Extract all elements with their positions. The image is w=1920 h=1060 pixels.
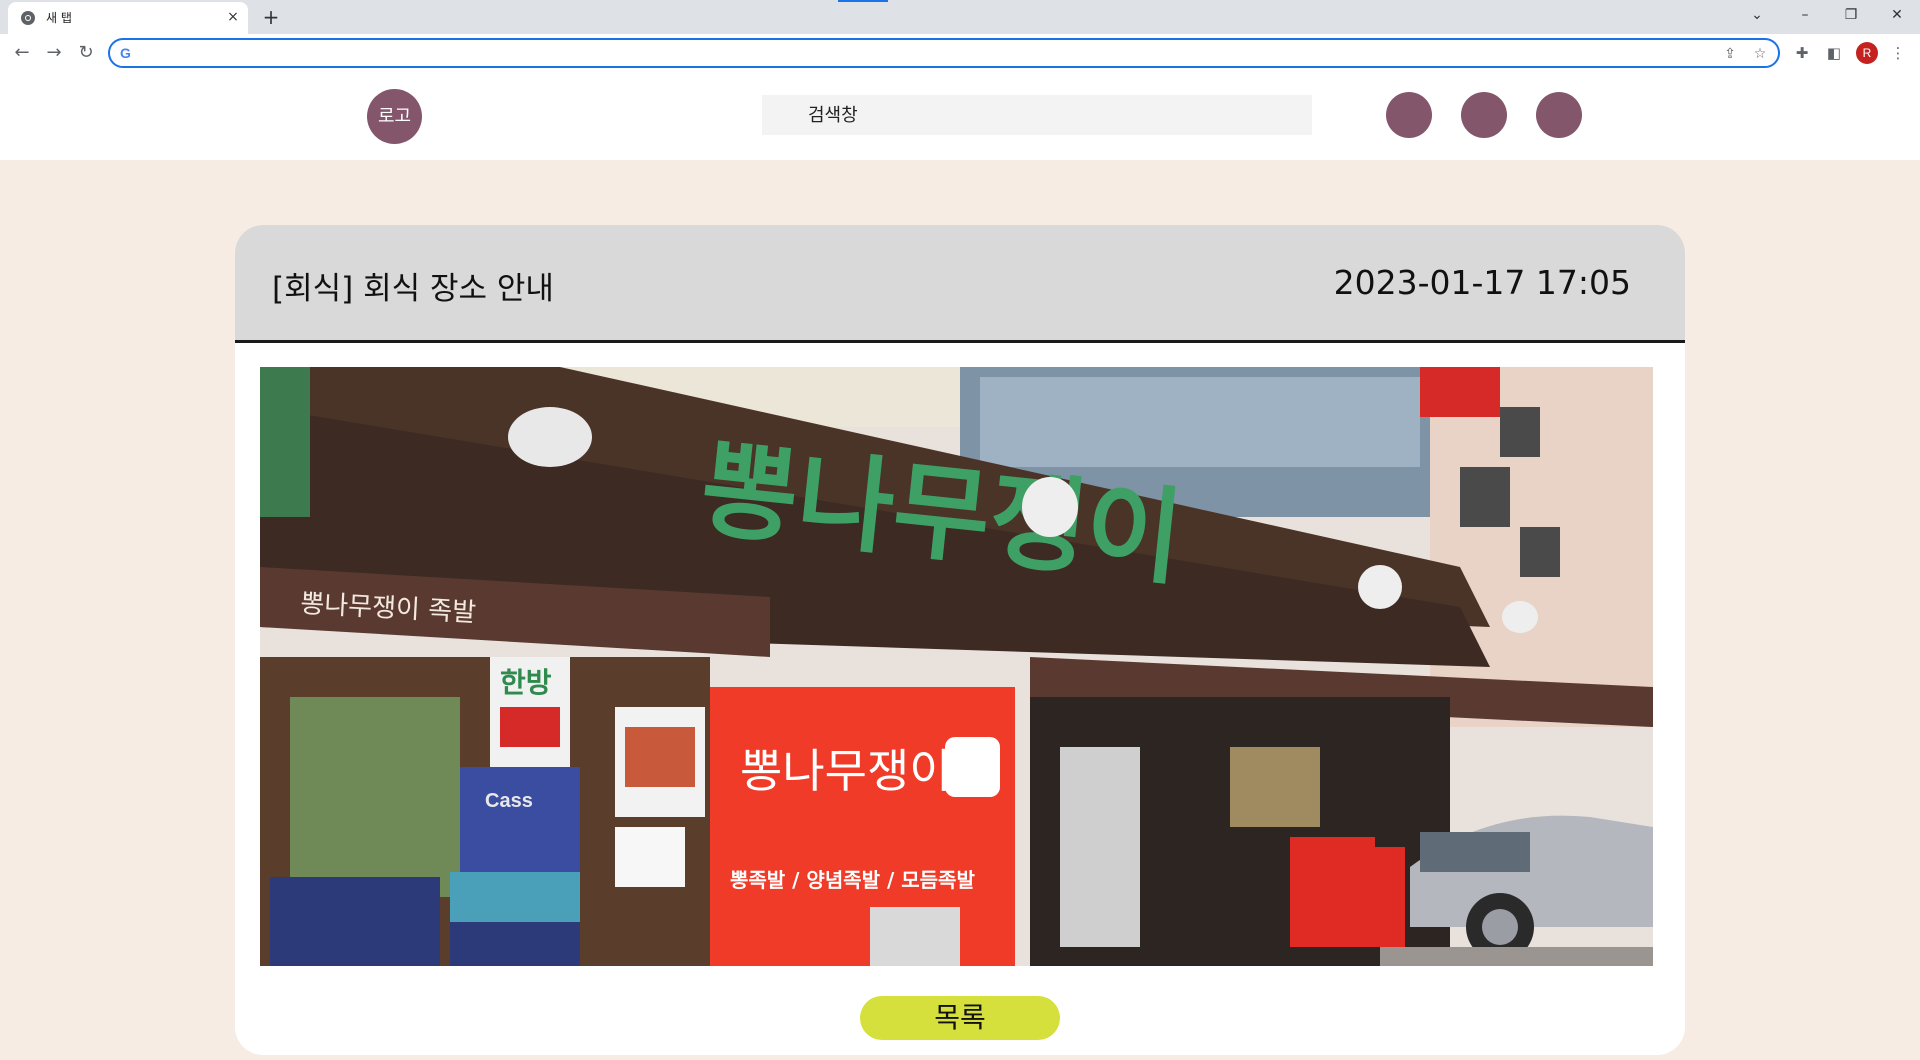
forward-icon[interactable]: → (42, 41, 66, 65)
site-header: 로고 (0, 72, 1920, 160)
photo-board-logo: 뽕나무쟁이 (740, 744, 952, 798)
tab-indicator (838, 0, 888, 2)
new-tab-button[interactable]: + (260, 6, 282, 28)
logo[interactable]: 로고 (367, 89, 422, 144)
reload-icon[interactable]: ↻ (74, 41, 98, 65)
profile-avatar[interactable]: R (1856, 42, 1878, 64)
address-input[interactable] (140, 43, 1680, 63)
side-panel-icon[interactable]: ◧ (1824, 43, 1844, 63)
list-button[interactable]: 목록 (860, 996, 1060, 1040)
tab-title: 새 탭 (46, 11, 72, 25)
menu-kebab-icon[interactable]: ⋮ (1888, 43, 1908, 63)
google-icon: G (120, 45, 131, 61)
search-input[interactable] (762, 95, 1312, 135)
photo-crate-label: Cass (485, 790, 533, 812)
post-card: [회식] 회식 장소 안내 2023-01-17 17:05 뽕나무쟁이 뽕나무… (235, 225, 1685, 1055)
header-button-1[interactable] (1386, 92, 1432, 138)
browser-toolbar: ← → ↻ G ⇪ ☆ ✚ ◧ R ⋮ (0, 34, 1920, 72)
browser-tab-bar: 새 탭 × + ⌄ – ❐ ✕ (0, 0, 1920, 34)
address-bar[interactable]: G ⇪ ☆ (108, 38, 1780, 68)
restore-icon[interactable]: ❐ (1836, 4, 1866, 26)
post-header: [회식] 회식 장소 안내 2023-01-17 17:05 (235, 225, 1685, 343)
tab-close-icon[interactable]: × (224, 8, 242, 26)
chrome-icon (21, 11, 35, 25)
photo-board-menu: 뽕족발 / 양념족발 / 모듬족발 (730, 868, 975, 892)
restaurant-photo: 뽕나무쟁이 뽕나무쟁이 족발 한방 뽕나무쟁이 뽕족발 / 양념족발 / 모듬족… (260, 367, 1653, 966)
post-title: [회식] 회식 장소 안내 (272, 271, 554, 307)
bookmark-star-icon[interactable]: ☆ (1750, 44, 1770, 64)
header-button-2[interactable] (1461, 92, 1507, 138)
share-icon[interactable]: ⇪ (1720, 44, 1740, 64)
photo-side-sign: 한방 (500, 666, 552, 699)
browser-tab[interactable]: 새 탭 × (8, 2, 248, 34)
close-window-icon[interactable]: ✕ (1882, 4, 1912, 26)
extensions-icon[interactable]: ✚ (1792, 43, 1812, 63)
tab-search-icon[interactable]: ⌄ (1742, 4, 1772, 26)
header-button-3[interactable] (1536, 92, 1582, 138)
minimize-icon[interactable]: – (1790, 4, 1820, 26)
post-date: 2023-01-17 17:05 (1333, 263, 1631, 302)
back-icon[interactable]: ← (10, 41, 34, 65)
